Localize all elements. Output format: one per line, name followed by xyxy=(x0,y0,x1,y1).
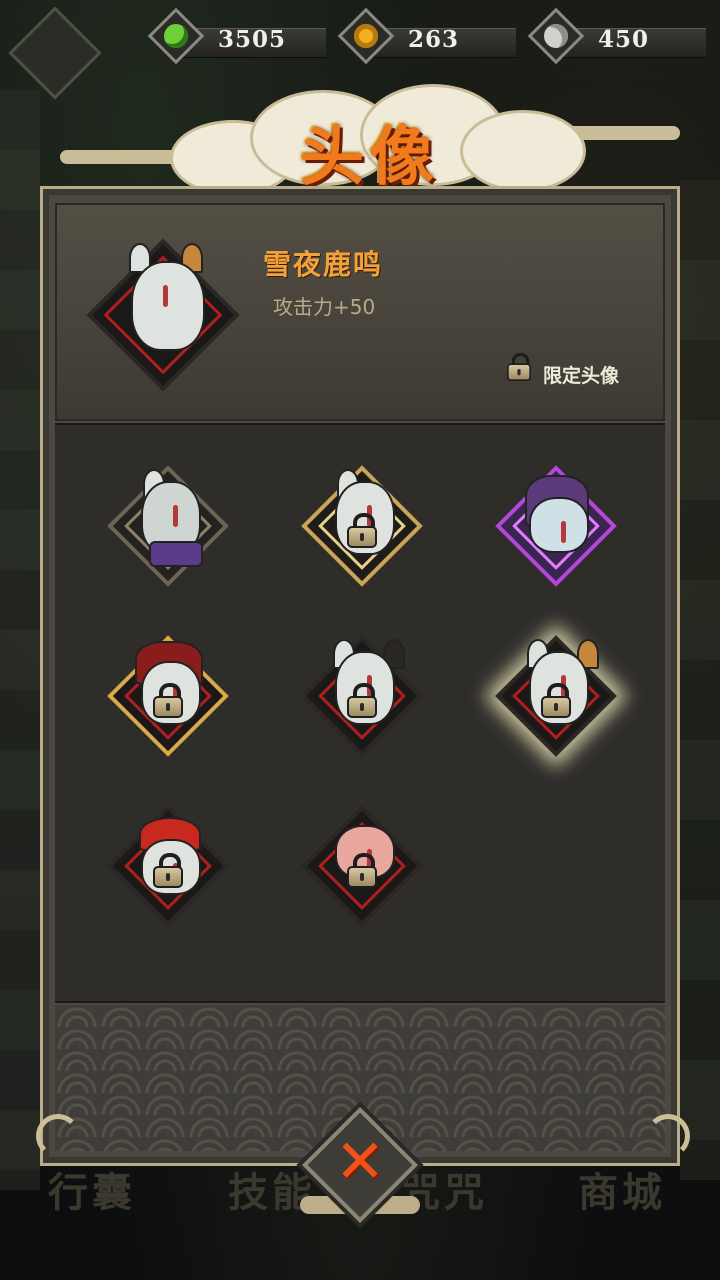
avatar-option-wolf-purple-scarf[interactable] xyxy=(103,461,233,591)
avatar-option-red-flame-helm[interactable] xyxy=(103,631,233,761)
lock-icon xyxy=(153,853,183,889)
silver-spiral-icon xyxy=(544,24,568,48)
avatar-option-pig-mask[interactable] xyxy=(297,801,427,931)
lock-icon xyxy=(347,513,377,549)
avatar-detail: 雪夜鹿鸣 攻击力+50 限定头像 xyxy=(55,203,665,421)
corner-swirl-left xyxy=(36,1114,80,1158)
gold-coin-icon xyxy=(354,24,378,48)
silver-amount: 450 xyxy=(598,26,650,53)
lock-icon xyxy=(347,683,377,719)
page-title: 头像 xyxy=(300,120,440,195)
avatar-attribute: 攻击力+50 xyxy=(273,295,376,319)
avatar-option-red-hat-festive[interactable] xyxy=(103,801,233,931)
lock-icon xyxy=(153,683,183,719)
close-icon: ✕ xyxy=(334,1127,386,1197)
avatar-option-wolf-gold-frame[interactable] xyxy=(297,461,427,591)
bg-nav-bag: 行囊 xyxy=(48,1169,136,1216)
lock-icon xyxy=(507,353,531,381)
bg-nav-shop: 商城 xyxy=(578,1169,666,1216)
selected-avatar-preview xyxy=(83,235,243,395)
avatar-option-purple-hair-hero[interactable] xyxy=(491,461,621,591)
deer-mask-face xyxy=(131,261,205,351)
gold-amount: 263 xyxy=(408,26,460,53)
avatar-portrait xyxy=(529,497,589,553)
close-button[interactable]: ✕ xyxy=(302,1107,418,1223)
limited-label: 限定头像 xyxy=(543,365,620,387)
background-left-decoration xyxy=(0,90,40,1190)
avatar-grid xyxy=(55,423,665,1003)
jade-amount: 3505 xyxy=(218,26,287,53)
corner-swirl-right xyxy=(646,1114,690,1158)
avatar-name: 雪夜鹿鸣 xyxy=(263,248,384,281)
avatar-panel: 雪夜鹿鸣 攻击力+50 限定头像 xyxy=(40,186,680,1166)
avatar-option-antler-mask[interactable] xyxy=(297,631,427,761)
title-cloud: 头像 xyxy=(60,80,680,200)
lock-icon xyxy=(347,853,377,889)
background-right-decoration xyxy=(680,180,720,1180)
scarf xyxy=(149,541,203,567)
currency-bar: 3505 263 450 xyxy=(147,7,720,70)
avatar-option-snow-night-deer[interactable] xyxy=(491,631,621,761)
lock-icon xyxy=(541,683,571,719)
green-jade-icon xyxy=(164,24,188,48)
